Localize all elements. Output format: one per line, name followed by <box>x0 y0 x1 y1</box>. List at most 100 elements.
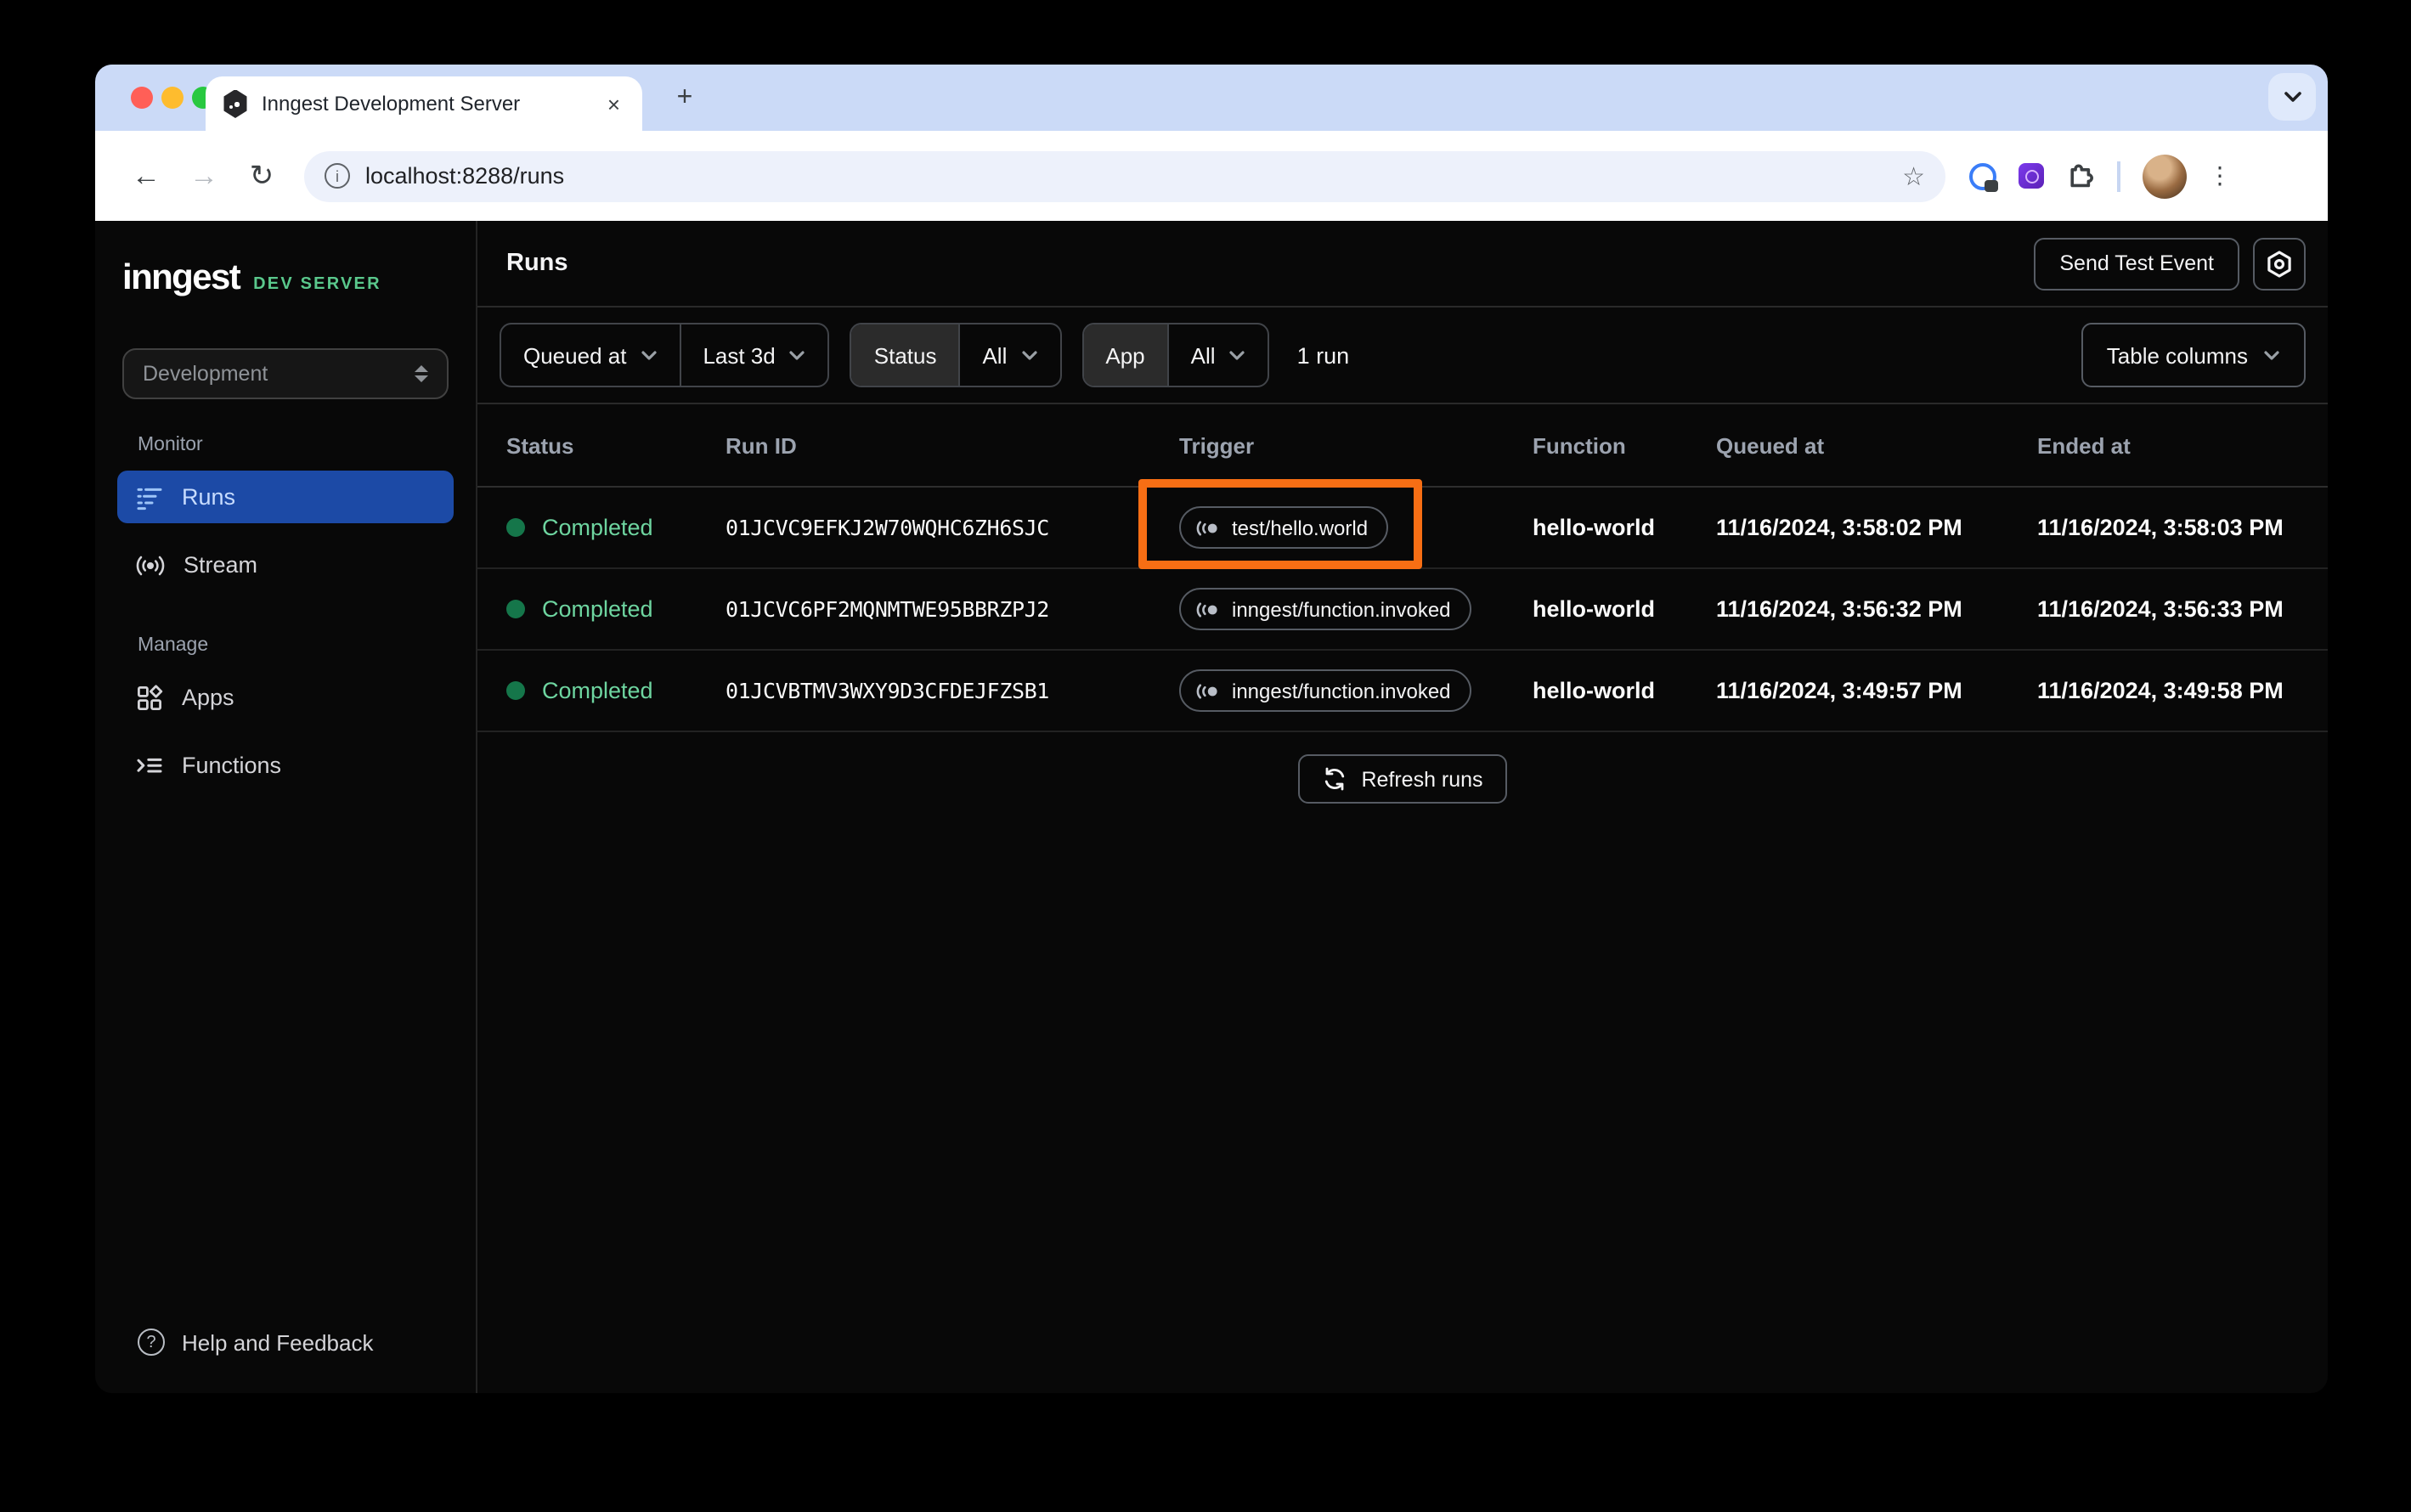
event-trigger-icon <box>1196 520 1217 535</box>
col-status: Status <box>506 432 574 458</box>
refresh-icon <box>1325 767 1345 791</box>
page-header: Runs Send Test Event <box>477 221 2328 307</box>
logo: inngest DEV SERVER <box>122 258 449 299</box>
status-filter-label: Status <box>851 324 959 386</box>
purple-extension-icon[interactable] <box>2019 163 2044 189</box>
time-range-value: Last 3d <box>703 342 776 368</box>
sidebar: inngest DEV SERVER Development Monitor R… <box>95 221 477 1393</box>
col-ended-at: Ended at <box>2037 432 2131 458</box>
col-queued-at: Queued at <box>1716 432 1825 458</box>
sidebar-item-label: Stream <box>184 552 258 578</box>
run-id: 01JCVC9EFKJ2W70WQHC6ZH6SJC <box>726 515 1049 540</box>
forward-icon[interactable]: → <box>175 147 233 205</box>
main-content: Runs Send Test Event Queued at Last 3d S… <box>477 221 2328 1393</box>
table-header: Status Run ID Trigger Function Queued at… <box>477 404 2328 488</box>
refresh-runs-button[interactable]: Refresh runs <box>1298 754 1507 804</box>
new-tab-button[interactable]: + <box>668 82 702 116</box>
status-badge: Completed <box>542 596 653 622</box>
inngest-app: inngest DEV SERVER Development Monitor R… <box>95 221 2328 1393</box>
select-chevrons-icon <box>415 365 428 382</box>
browser-tab[interactable]: Inngest Development Server × <box>206 76 642 131</box>
status-dot <box>506 518 525 537</box>
runs-list-icon <box>137 487 162 510</box>
help-label: Help and Feedback <box>182 1329 374 1355</box>
inngest-logo-text: inngest <box>122 258 241 297</box>
app-filter-value[interactable]: All <box>1166 324 1268 386</box>
queued-at-filter-label: Queued at <box>523 342 627 368</box>
sidebar-item-stream[interactable]: Stream <box>117 539 454 591</box>
chevron-down-icon <box>1021 350 1036 359</box>
close-window-button[interactable] <box>131 87 153 109</box>
time-range-filter[interactable]: Last 3d <box>679 324 827 386</box>
filter-bar: Queued at Last 3d Status All App All 1 r… <box>477 307 2328 404</box>
sidebar-item-apps[interactable]: Apps <box>117 671 454 724</box>
send-test-event-button[interactable]: Send Test Event <box>2034 237 2239 290</box>
environment-selector-value: Development <box>143 362 268 386</box>
browser-menu-icon[interactable]: ⋮ <box>2208 161 2232 190</box>
toolbar-extensions: ⋮ <box>1969 154 2232 198</box>
status-badge: Completed <box>542 515 653 540</box>
trigger-badge[interactable]: test/hello.world <box>1179 506 1389 549</box>
app-filter-group: App All <box>1081 323 1270 387</box>
browser-tab-strip: Inngest Development Server × + <box>95 65 2328 131</box>
sidebar-item-label: Apps <box>182 685 234 710</box>
col-trigger: Trigger <box>1179 432 1255 458</box>
sidebar-item-runs[interactable]: Runs <box>117 471 454 523</box>
password-manager-extension-icon[interactable] <box>1969 162 1998 191</box>
help-and-feedback[interactable]: ? Help and Feedback <box>95 1329 476 1393</box>
status-dot <box>506 681 525 700</box>
close-tab-icon[interactable]: × <box>602 91 625 116</box>
table-columns-button[interactable]: Table columns <box>2081 323 2306 387</box>
sidebar-item-functions[interactable]: Functions <box>117 739 454 792</box>
event-trigger-icon <box>1196 601 1217 617</box>
table-row[interactable]: Completed 01JCVC9EFKJ2W70WQHC6ZH6SJC tes… <box>477 488 2328 569</box>
tab-search-chevron-button[interactable] <box>2268 73 2316 121</box>
url-text[interactable]: localhost:8288/runs <box>365 163 1887 189</box>
minimize-window-button[interactable] <box>161 87 184 109</box>
sidebar-item-label: Functions <box>182 753 282 778</box>
screenshot-stage: Inngest Development Server × + ← → ↻ i l… <box>0 0 2411 1512</box>
site-info-icon[interactable]: i <box>325 163 350 189</box>
queued-at-filter[interactable]: Queued at <box>501 324 679 386</box>
ended-at-value: 11/16/2024, 3:49:58 PM <box>2037 678 2284 703</box>
table-row[interactable]: Completed 01JCVC6PF2MQNMTWE95BBRZPJ2 inn… <box>477 569 2328 651</box>
col-function: Function <box>1533 432 1626 458</box>
address-bar[interactable]: i localhost:8288/runs ☆ <box>304 150 1945 201</box>
browser-window: Inngest Development Server × + ← → ↻ i l… <box>95 65 2328 1393</box>
gear-icon <box>2267 250 2291 277</box>
trigger-badge[interactable]: inngest/function.invoked <box>1179 669 1471 712</box>
toolbar-separator <box>2117 161 2120 191</box>
chevron-down-icon <box>641 350 657 359</box>
inngest-favicon-icon <box>223 89 247 118</box>
tab-title: Inngest Development Server <box>262 92 521 116</box>
col-run-id: Run ID <box>726 432 797 458</box>
run-count: 1 run <box>1296 342 1350 368</box>
status-filter-value[interactable]: All <box>958 324 1059 386</box>
extensions-puzzle-icon[interactable] <box>2066 161 2095 190</box>
function-name: hello-world <box>1533 515 1655 540</box>
status-filter-group: Status All <box>850 323 1062 387</box>
queued-at-value: 11/16/2024, 3:58:02 PM <box>1716 515 1962 540</box>
function-name: hello-world <box>1533 678 1655 703</box>
event-trigger-icon <box>1196 683 1217 698</box>
section-label-monitor: Monitor <box>138 435 203 455</box>
chevron-down-icon <box>1229 350 1245 359</box>
table-row[interactable]: Completed 01JCVBTMV3WXY9D3CFDEJFZSB1 inn… <box>477 651 2328 732</box>
function-name: hello-world <box>1533 596 1655 622</box>
profile-avatar[interactable] <box>2142 154 2186 198</box>
status-dot <box>506 600 525 618</box>
status-badge: Completed <box>542 678 653 703</box>
settings-button[interactable] <box>2253 237 2306 290</box>
browser-toolbar: ← → ↻ i localhost:8288/runs ☆ ⋮ <box>95 131 2328 221</box>
bookmark-star-icon[interactable]: ☆ <box>1902 161 1925 191</box>
environment-selector[interactable]: Development <box>122 348 449 399</box>
trigger-badge[interactable]: inngest/function.invoked <box>1179 588 1471 630</box>
page-title: Runs <box>506 250 568 277</box>
ended-at-value: 11/16/2024, 3:56:33 PM <box>2037 596 2284 622</box>
back-icon[interactable]: ← <box>117 147 175 205</box>
reload-icon[interactable]: ↻ <box>233 147 291 205</box>
functions-icon <box>137 757 162 772</box>
dev-server-badge: DEV SERVER <box>253 275 381 294</box>
run-id: 01JCVC6PF2MQNMTWE95BBRZPJ2 <box>726 596 1049 622</box>
sidebar-item-label: Runs <box>182 484 236 510</box>
